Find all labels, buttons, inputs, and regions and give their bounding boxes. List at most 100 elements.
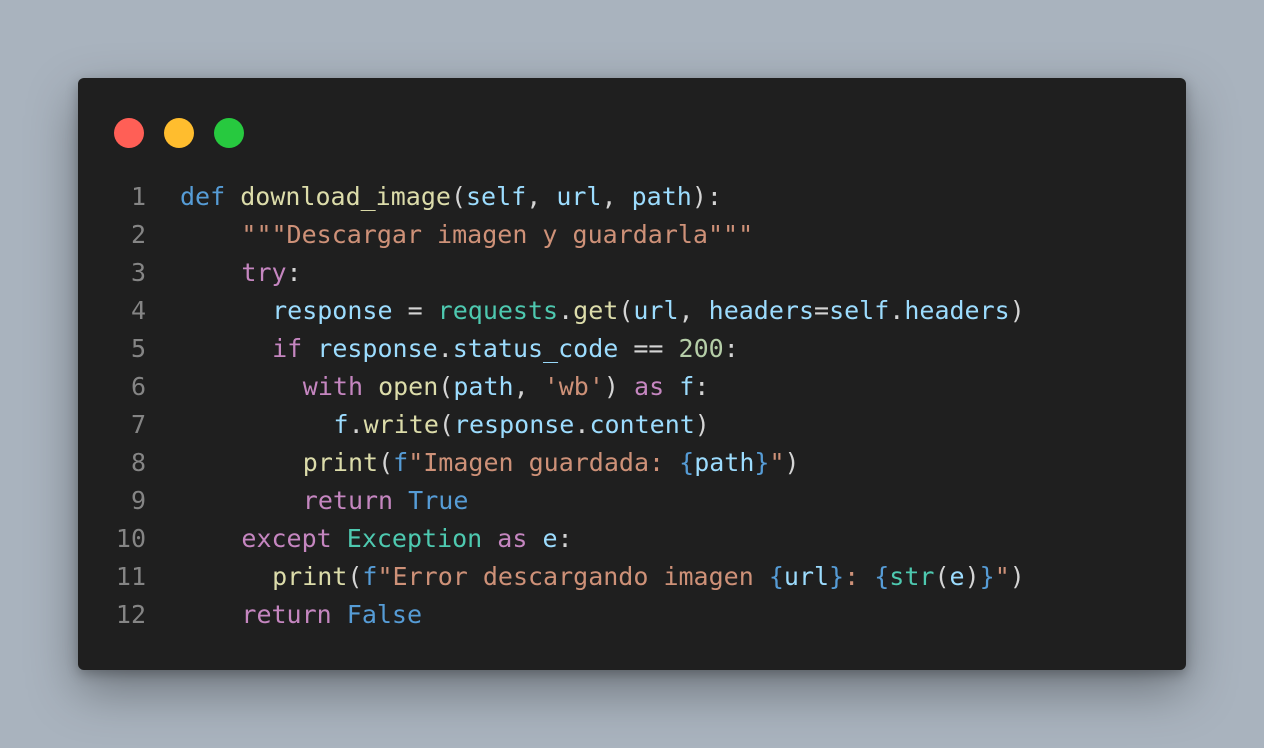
line-number: 12 (115, 600, 146, 629)
code-token: except (241, 524, 332, 553)
code-token: self (466, 182, 527, 211)
minimize-dot-icon[interactable] (164, 118, 194, 148)
code-token: ( (378, 448, 394, 477)
line-number: 1 (130, 182, 146, 211)
line-number: 11 (115, 562, 146, 591)
code-token: url (556, 182, 602, 211)
code-token: 'wb' (543, 372, 604, 401)
code-text: return True (303, 482, 469, 520)
code-token: ( (618, 296, 634, 325)
code-token: return (302, 486, 394, 515)
line-number: 8 (130, 448, 146, 477)
code-text: try: (241, 254, 301, 292)
code-token: : (723, 334, 739, 363)
code-token: . (574, 410, 590, 439)
code-token: e (949, 562, 965, 591)
code-token: , (513, 372, 544, 401)
code-token: , (601, 182, 632, 211)
code-token: { (874, 562, 890, 591)
line-number: 3 (130, 258, 146, 287)
code-text: with open(path, 'wb') as f: (303, 368, 710, 406)
code-token: ) (964, 562, 980, 591)
code-token: ): (691, 182, 722, 211)
code-token: with (302, 372, 364, 401)
code-token: write (363, 410, 439, 439)
code-token: . (558, 296, 574, 325)
code-token: url (783, 562, 830, 591)
code-token: . (437, 334, 453, 363)
code-token: url (633, 296, 679, 325)
line-number: 10 (115, 524, 146, 553)
code-token: , (678, 296, 709, 325)
code-token: ) (694, 410, 710, 439)
code-text: def download_image(self, url, path): (180, 178, 722, 216)
code-token: ) (1009, 562, 1025, 591)
code-token: . (348, 410, 364, 439)
code-token: as (497, 524, 528, 553)
code-token: : (694, 372, 710, 401)
code-token: } (979, 562, 995, 591)
code-token: requests (437, 296, 559, 325)
line-number: 9 (130, 486, 146, 515)
code-token: ) (1009, 296, 1025, 325)
code-token: } (754, 448, 770, 477)
code-token: , (526, 182, 557, 211)
line-number: 5 (130, 334, 146, 363)
code-window: 1 def download_image(self, url, path): 2 ""… (78, 78, 1186, 670)
code-token: "Error descargando imagen (377, 562, 769, 591)
code-token: " (769, 448, 785, 477)
code-token: 200 (678, 334, 724, 363)
code-token: : (844, 562, 875, 591)
code-token: path (694, 448, 755, 477)
line-number: 4 (130, 296, 146, 325)
code-token: print (302, 448, 379, 477)
code-token: str (889, 562, 935, 591)
code-token: Exception (346, 524, 483, 553)
code-text: response = requests.get(url, headers=sel… (272, 292, 1025, 330)
code-token: content (589, 410, 695, 439)
code-token: f (393, 448, 409, 477)
line-number: 6 (130, 372, 146, 401)
code-token: download_image (240, 182, 451, 211)
code-token: if (272, 334, 303, 363)
code-text: print(f"Imagen guardada: {path}") (303, 444, 800, 482)
code-token: f (333, 410, 349, 439)
code-token: self (829, 296, 890, 325)
code-token: e (542, 524, 558, 553)
code-token: "Imagen guardada: (408, 448, 680, 477)
code-token: ( (438, 372, 454, 401)
code-token: ) (603, 372, 635, 401)
code-token: ( (347, 562, 363, 591)
code-token: path (631, 182, 692, 211)
code-token: as (634, 372, 665, 401)
code-text: except Exception as e: (241, 520, 572, 558)
code-token: = (814, 296, 830, 325)
code-text: if response.status_code == 200: (272, 330, 739, 368)
code-token: True (408, 486, 469, 515)
maximize-dot-icon[interactable] (214, 118, 244, 148)
code-token: path (453, 372, 514, 401)
code-token: f (679, 372, 695, 401)
close-dot-icon[interactable] (114, 118, 144, 148)
code-token: ( (450, 182, 466, 211)
code-token: = (392, 296, 438, 325)
code-token: headers (708, 296, 814, 325)
code-text: f.write(response.content) (334, 406, 710, 444)
code-text: print(f"Error descargando imagen {url}: … (272, 558, 1025, 596)
code-token: response (317, 334, 438, 363)
code-token: ( (438, 410, 454, 439)
code-token: response (453, 410, 575, 439)
code-token: } (829, 562, 845, 591)
code-token: try (241, 258, 287, 287)
code-token: ) (784, 448, 800, 477)
code-token: print (272, 562, 348, 591)
